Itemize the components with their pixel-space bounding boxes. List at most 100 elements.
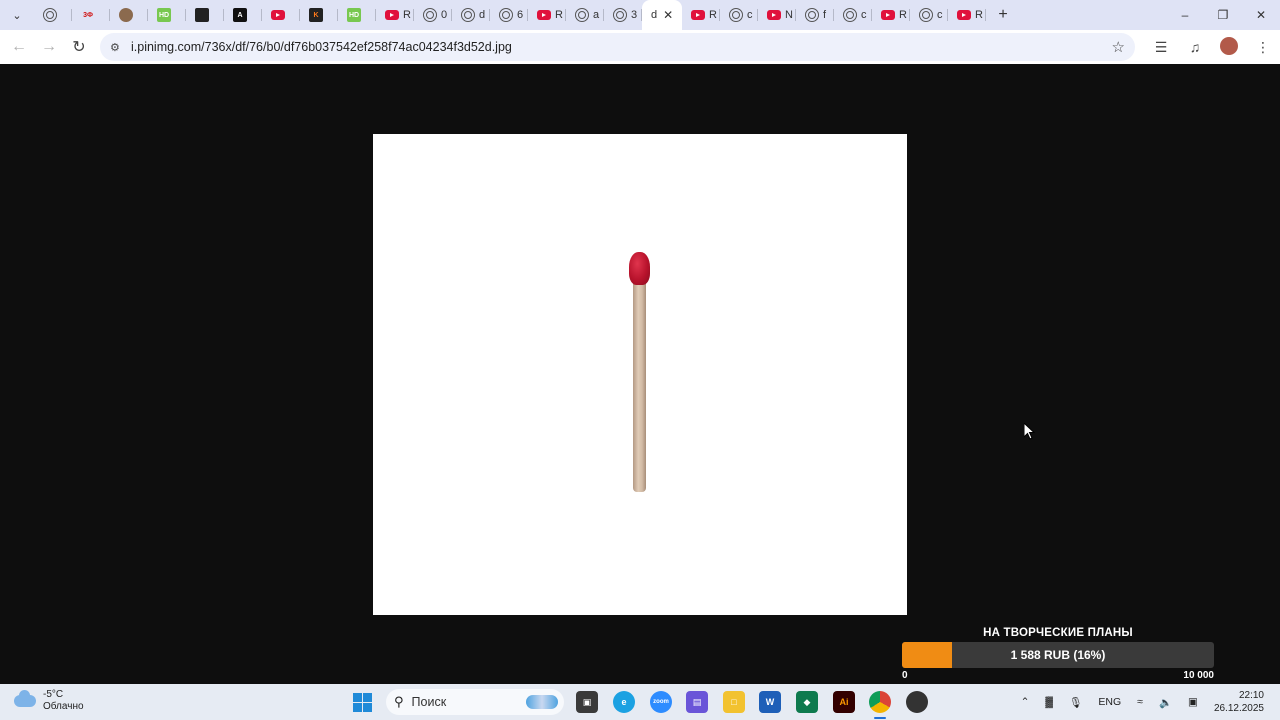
tab-title: N bbox=[785, 9, 793, 21]
tab-title: R bbox=[975, 9, 983, 21]
tab[interactable] bbox=[262, 0, 300, 30]
search-icon: ⚲ bbox=[394, 694, 404, 709]
tab-title: 3 bbox=[631, 9, 638, 21]
tab[interactable] bbox=[110, 0, 148, 30]
weather-temperature: -5°C bbox=[43, 689, 64, 700]
tab-title: R bbox=[709, 9, 717, 21]
system-tray: ⌃ ▓ 🎙 ENG ≈ 🔈 ▣ 22:10 26.12.2025 bbox=[1013, 684, 1280, 720]
cloud-icon bbox=[14, 690, 36, 707]
globe-icon bbox=[843, 8, 857, 22]
site-favicon-icon: 3Ф bbox=[81, 8, 95, 22]
app-with-badge-icon[interactable] bbox=[906, 691, 928, 713]
tab-title: c bbox=[747, 9, 753, 21]
restore-icon[interactable]: ❐ bbox=[1204, 8, 1242, 22]
url-text[interactable]: i.pinimg.com/736x/df/76/b0/df76b037542ef… bbox=[131, 40, 512, 54]
clock[interactable]: 22:10 26.12.2025 bbox=[1214, 689, 1264, 715]
profile-avatar[interactable] bbox=[1212, 36, 1246, 58]
tab[interactable]: a bbox=[566, 0, 604, 30]
wifi-icon[interactable]: ≈ bbox=[1137, 696, 1143, 708]
extensions-icon[interactable]: ☰ bbox=[1144, 39, 1178, 56]
new-tab-button[interactable]: + bbox=[990, 6, 1016, 24]
tab[interactable]: 6 bbox=[490, 0, 528, 30]
active-app-indicator bbox=[874, 717, 886, 719]
donation-amount: 1 588 RUB (16%) bbox=[1010, 648, 1106, 662]
tab-title: d bbox=[479, 9, 486, 21]
tab[interactable]: 3 bbox=[604, 0, 642, 30]
globe-icon bbox=[43, 8, 57, 22]
matchstick-illustration bbox=[629, 252, 650, 494]
tab[interactable]: c bbox=[834, 0, 872, 30]
tab[interactable]: d bbox=[452, 0, 490, 30]
tab-title: a bbox=[593, 9, 600, 21]
chrome-app-icon[interactable] bbox=[869, 691, 891, 713]
tab-title: R bbox=[899, 9, 907, 21]
tab[interactable] bbox=[34, 0, 72, 30]
youtube-icon bbox=[271, 10, 285, 20]
menu-kebab-icon[interactable]: ⋮ bbox=[1246, 39, 1280, 56]
youtube-icon bbox=[385, 10, 399, 20]
tab[interactable]: HD bbox=[148, 0, 186, 30]
back-arrow-icon[interactable]: ← bbox=[4, 32, 34, 62]
donation-goal-widget: НА ТВОРЧЕСКИЕ ПЛАНЫ 1 588 RUB (16%) 0 10… bbox=[900, 624, 1216, 684]
microphone-icon[interactable]: 🎙 bbox=[1069, 696, 1082, 709]
globe-icon bbox=[919, 8, 933, 22]
tab[interactable]: f bbox=[796, 0, 834, 30]
clock-date: 26.12.2025 bbox=[1213, 703, 1264, 714]
tab-search-dropdown-icon[interactable]: ⌄ bbox=[0, 0, 34, 30]
chevron-up-icon[interactable]: ⌃ bbox=[1021, 696, 1030, 708]
site-favicon-icon: A bbox=[233, 8, 247, 22]
tab[interactable]: R bbox=[948, 0, 986, 30]
volume-icon[interactable]: 🔈 bbox=[1159, 696, 1172, 709]
battery-icon[interactable]: ▣ bbox=[1188, 696, 1198, 708]
tab[interactable]: 3Ф bbox=[72, 0, 110, 30]
tab[interactable]: K bbox=[300, 0, 338, 30]
minimize-icon[interactable]: – bbox=[1166, 8, 1204, 22]
tray-app-icon[interactable]: ▓ bbox=[1045, 696, 1053, 708]
illustrator-app-icon[interactable]: Ai bbox=[833, 691, 855, 713]
bookmark-star-icon[interactable]: ☆ bbox=[1112, 38, 1125, 56]
task-view-icon[interactable]: ▣ bbox=[576, 691, 598, 713]
globe-icon bbox=[729, 8, 743, 22]
tab[interactable] bbox=[186, 0, 224, 30]
tab[interactable]: R bbox=[682, 0, 720, 30]
globe-icon bbox=[575, 8, 589, 22]
tab[interactable]: R bbox=[376, 0, 414, 30]
displayed-image[interactable] bbox=[373, 134, 907, 615]
start-button[interactable] bbox=[353, 693, 372, 712]
youtube-icon bbox=[767, 10, 781, 20]
globe-icon bbox=[613, 8, 627, 22]
address-bar[interactable]: ⚙ i.pinimg.com/736x/df/76/b0/df76b037542… bbox=[100, 33, 1135, 61]
edge-browser-icon[interactable]: e bbox=[613, 691, 635, 713]
tab-title: c bbox=[861, 9, 867, 21]
tab[interactable]: c bbox=[910, 0, 948, 30]
youtube-icon bbox=[537, 10, 551, 20]
reload-icon[interactable]: ↻ bbox=[64, 32, 94, 62]
site-favicon-icon: K bbox=[309, 8, 323, 22]
tab[interactable]: N bbox=[758, 0, 796, 30]
forward-arrow-icon[interactable]: → bbox=[34, 32, 64, 62]
tab-active[interactable]: d ✕ bbox=[642, 0, 682, 30]
globe-icon bbox=[423, 8, 437, 22]
green-app-icon[interactable]: ◆ bbox=[796, 691, 818, 713]
language-indicator[interactable]: ENG bbox=[1098, 696, 1121, 708]
site-info-icon[interactable]: ⚙ bbox=[110, 41, 130, 54]
close-tab-icon[interactable]: ✕ bbox=[663, 8, 673, 22]
tab[interactable]: A bbox=[224, 0, 262, 30]
tab-title: 6 bbox=[517, 9, 524, 21]
word-app-icon[interactable]: W bbox=[759, 691, 781, 713]
taskbar-search[interactable]: ⚲ Поиск bbox=[386, 689, 564, 715]
process-monitor-icon[interactable]: ▤ bbox=[686, 691, 708, 713]
tab[interactable]: R bbox=[528, 0, 566, 30]
tab[interactable]: R bbox=[872, 0, 910, 30]
file-explorer-icon[interactable]: □ bbox=[723, 691, 745, 713]
tab[interactable]: HD bbox=[338, 0, 376, 30]
zoom-app-icon[interactable]: zoom bbox=[650, 691, 672, 713]
media-controls-icon[interactable]: ♫ bbox=[1178, 39, 1212, 55]
youtube-icon bbox=[957, 10, 971, 20]
tab-title: c bbox=[937, 9, 943, 21]
tab[interactable]: 0 bbox=[414, 0, 452, 30]
close-window-icon[interactable]: ✕ bbox=[1242, 8, 1280, 22]
tab[interactable]: c bbox=[720, 0, 758, 30]
donation-title: НА ТВОРЧЕСКИЕ ПЛАНЫ bbox=[983, 627, 1133, 639]
weather-widget[interactable]: -5°C Облачно bbox=[14, 689, 84, 713]
